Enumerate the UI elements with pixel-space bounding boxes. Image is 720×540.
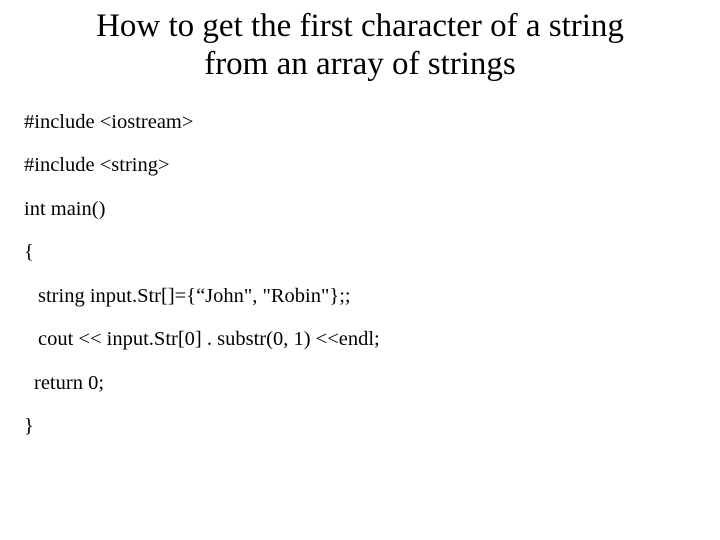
slide-title: How to get the first character of a stri… — [40, 8, 680, 84]
code-line: } — [24, 416, 700, 437]
code-line: #include <iostream> — [24, 112, 700, 133]
slide: How to get the first character of a stri… — [0, 0, 720, 540]
code-block: #include <iostream> #include <string> in… — [20, 112, 700, 437]
code-line: { — [24, 242, 700, 263]
title-line-1: How to get the first character of a stri… — [96, 8, 624, 44]
code-line: string input.Str[]={“John", "Robin"};; — [24, 286, 700, 307]
code-line: cout << input.Str[0] . substr(0, 1) <<en… — [24, 329, 700, 350]
code-line: return 0; — [24, 373, 700, 394]
code-line: #include <string> — [24, 155, 700, 176]
code-line: int main() — [24, 199, 700, 220]
title-line-2: from an array of strings — [204, 46, 516, 82]
